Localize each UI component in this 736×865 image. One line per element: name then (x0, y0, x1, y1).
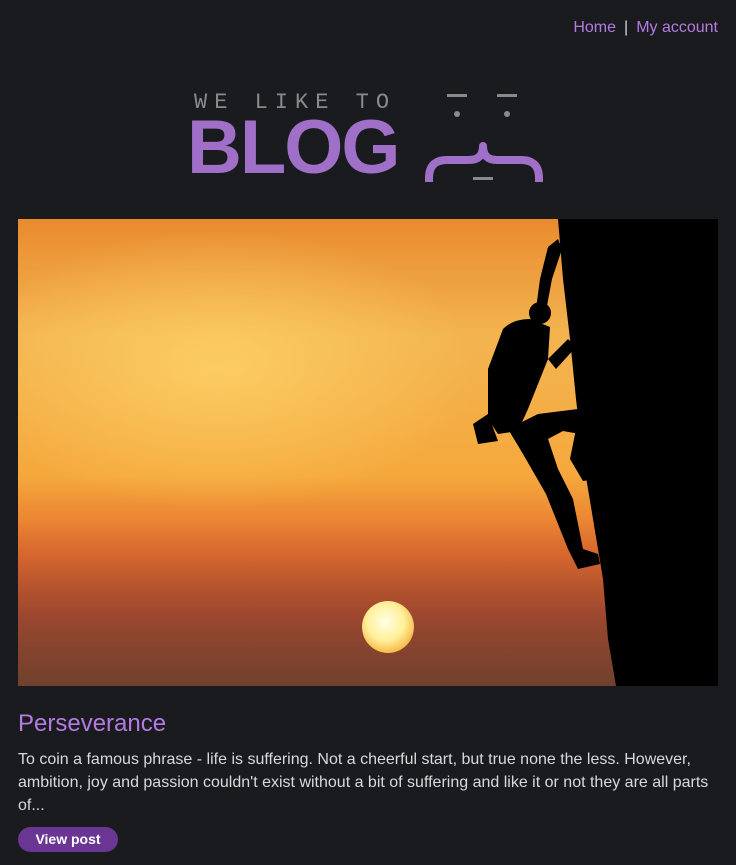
sunset-climber-image (18, 219, 718, 686)
top-navigation: Home | My account (573, 19, 718, 37)
logo-word: BLOG (187, 105, 401, 190)
my-account-link[interactable]: My account (636, 19, 718, 36)
emoticon-face-icon (425, 94, 544, 182)
home-link[interactable]: Home (573, 19, 616, 36)
post-excerpt: To coin a famous phrase - life is suffer… (18, 751, 709, 814)
site-logo[interactable]: WE LIKE TO BLOG (187, 86, 547, 190)
post-image[interactable] (18, 219, 718, 686)
view-post-button[interactable]: View post (18, 827, 118, 852)
post-title[interactable]: Perseverance (18, 710, 166, 738)
nav-separator: | (624, 19, 629, 36)
